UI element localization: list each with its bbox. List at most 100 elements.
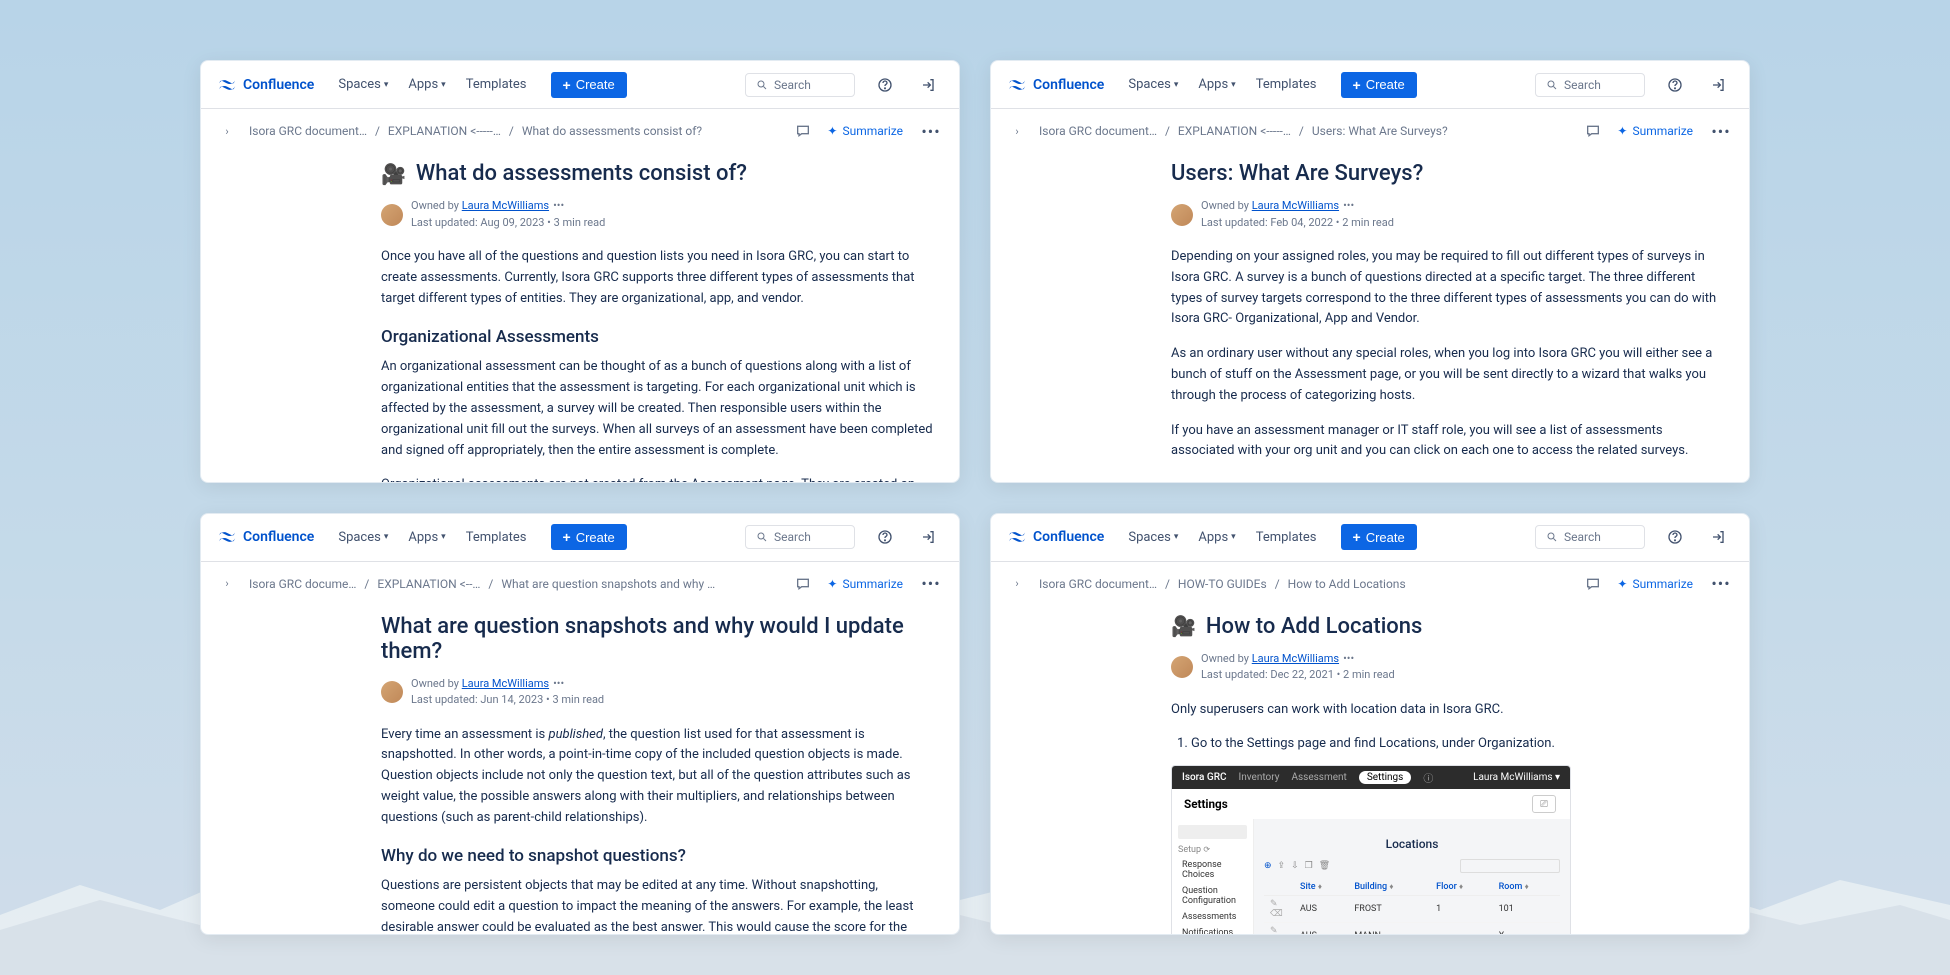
nav-templates[interactable]: Templates [458,526,535,549]
create-button[interactable]: +Create [551,72,627,98]
login-icon[interactable] [915,523,943,551]
login-icon[interactable] [1705,71,1733,99]
ss-info-icon[interactable]: ⓘ [1423,770,1433,785]
ss-side-item[interactable]: Response Choices [1178,857,1247,883]
avatar[interactable] [1171,204,1193,226]
comment-icon[interactable] [1585,576,1601,592]
nav-templates[interactable]: Templates [1248,526,1325,549]
ss-side-item[interactable]: Notifications [1178,925,1247,934]
ss-row-actions[interactable]: ✎ ⌫ [1264,923,1294,934]
breadcrumb-item[interactable]: What are question snapshots and why … [501,577,715,591]
meta-more-icon[interactable]: ••• [1339,199,1358,212]
breadcrumb-item[interactable]: How to Add Locations [1288,577,1406,591]
ss-table-row[interactable]: ✎ ⌫AUSFROST1101 [1264,896,1560,923]
sidebar-collapse-icon[interactable]: › [1007,574,1027,594]
ss-col-header[interactable]: Room ♦ [1493,879,1560,896]
ss-copy-icon[interactable]: ❐ [1305,861,1313,871]
title-emoji-icon: 🎥 [381,162,406,186]
ss-col-header[interactable]: Building ♦ [1348,879,1430,896]
meta-more-icon[interactable]: ••• [1339,652,1358,665]
ss-row-actions[interactable]: ✎ ⌫ [1264,896,1294,923]
owner-link[interactable]: Laura McWilliams [462,199,549,212]
owner-link[interactable]: Laura McWilliams [462,677,549,690]
breadcrumb-item[interactable]: HOW-TO GUIDEs [1178,577,1267,591]
breadcrumb-item[interactable]: Isora GRC document… [249,124,367,138]
sidebar-collapse-icon[interactable]: › [1007,121,1027,141]
nav-apps[interactable]: Apps▾ [1190,526,1243,549]
search-input[interactable]: Search [745,73,855,97]
create-button[interactable]: +Create [551,524,627,550]
owner-link[interactable]: Laura McWilliams [1252,199,1339,212]
ss-delete-icon[interactable]: 🗑 [1319,861,1330,871]
confluence-logo[interactable]: Confluence [217,527,314,547]
ss-col-header[interactable]: Floor ♦ [1430,879,1492,896]
nav-spaces[interactable]: Spaces▾ [330,526,396,549]
comment-icon[interactable] [795,576,811,592]
avatar[interactable] [381,681,403,703]
nav-apps[interactable]: Apps▾ [400,526,453,549]
breadcrumb-item[interactable]: Isora GRC document… [1039,124,1157,138]
summarize-button[interactable]: ✦Summarize [819,573,911,595]
ss-tab[interactable]: Settings [1359,771,1412,784]
ss-search[interactable] [1460,859,1560,873]
nav-spaces[interactable]: Spaces▾ [1120,73,1186,96]
breadcrumb-item[interactable]: EXPLANATION <--… [377,577,480,591]
meta-more-icon[interactable]: ••• [549,199,568,212]
ss-tab[interactable]: Assessment [1291,772,1346,783]
breadcrumb-item[interactable]: Isora GRC document… [1039,577,1157,591]
nav-apps[interactable]: Apps▾ [400,73,453,96]
comment-icon[interactable] [795,123,811,139]
ss-user[interactable]: Laura McWilliams ▾ [1473,772,1560,783]
ss-download-icon[interactable]: ⇩ [1291,861,1299,871]
search-input[interactable]: Search [1535,525,1645,549]
breadcrumb-sep: / [1165,124,1170,138]
confluence-logo[interactable]: Confluence [217,75,314,95]
meta-more-icon[interactable]: ••• [549,677,568,690]
sidebar-collapse-icon[interactable]: › [217,121,237,141]
help-icon[interactable] [1661,71,1689,99]
nav-apps[interactable]: Apps▾ [1190,73,1243,96]
ss-upload-icon[interactable]: ⇪ [1278,861,1286,871]
nav-spaces[interactable]: Spaces▾ [1120,526,1186,549]
summarize-button[interactable]: ✦Summarize [1609,573,1701,595]
search-input[interactable]: Search [745,525,855,549]
search-input[interactable]: Search [1535,73,1645,97]
confluence-logo[interactable]: Confluence [1007,75,1104,95]
breadcrumb-item[interactable]: What do assessments consist of? [522,124,702,138]
nav-templates[interactable]: Templates [458,73,535,96]
ss-table-row[interactable]: ✎ ⌫AUSMANNX [1264,923,1560,934]
create-button[interactable]: +Create [1341,524,1417,550]
ss-tab[interactable]: Inventory [1239,772,1280,783]
ss-side-item[interactable]: Assessments [1178,909,1247,925]
breadcrumb-item[interactable]: Users: What Are Surveys? [1312,124,1448,138]
breadcrumb-item[interactable]: EXPLANATION <-----… [1178,124,1291,138]
avatar[interactable] [381,204,403,226]
create-button[interactable]: +Create [1341,72,1417,98]
comment-icon[interactable] [1585,123,1601,139]
login-icon[interactable] [915,71,943,99]
ss-corner-icon[interactable]: ⎚ [1532,795,1556,813]
ss-col-header[interactable]: Site ♦ [1294,879,1348,896]
sparkle-icon: ✦ [1617,577,1627,591]
more-actions-icon[interactable]: ••• [919,572,943,596]
more-actions-icon[interactable]: ••• [1709,119,1733,143]
brand-label: Confluence [243,529,314,545]
breadcrumb-item[interactable]: EXPLANATION <-----… [388,124,501,138]
nav-spaces[interactable]: Spaces▾ [330,73,396,96]
owner-link[interactable]: Laura McWilliams [1252,652,1339,665]
ss-add-icon[interactable]: ⊕ [1264,861,1272,871]
confluence-logo[interactable]: Confluence [1007,527,1104,547]
nav-templates[interactable]: Templates [1248,73,1325,96]
help-icon[interactable] [871,71,899,99]
summarize-button[interactable]: ✦Summarize [1609,120,1701,142]
help-icon[interactable] [1661,523,1689,551]
help-icon[interactable] [871,523,899,551]
login-icon[interactable] [1705,523,1733,551]
more-actions-icon[interactable]: ••• [1709,572,1733,596]
avatar[interactable] [1171,656,1193,678]
summarize-button[interactable]: ✦Summarize [819,120,911,142]
ss-side-item[interactable]: Question Configuration [1178,883,1247,909]
sidebar-collapse-icon[interactable]: › [217,574,237,594]
breadcrumb-item[interactable]: Isora GRC docume… [249,577,356,591]
more-actions-icon[interactable]: ••• [919,119,943,143]
